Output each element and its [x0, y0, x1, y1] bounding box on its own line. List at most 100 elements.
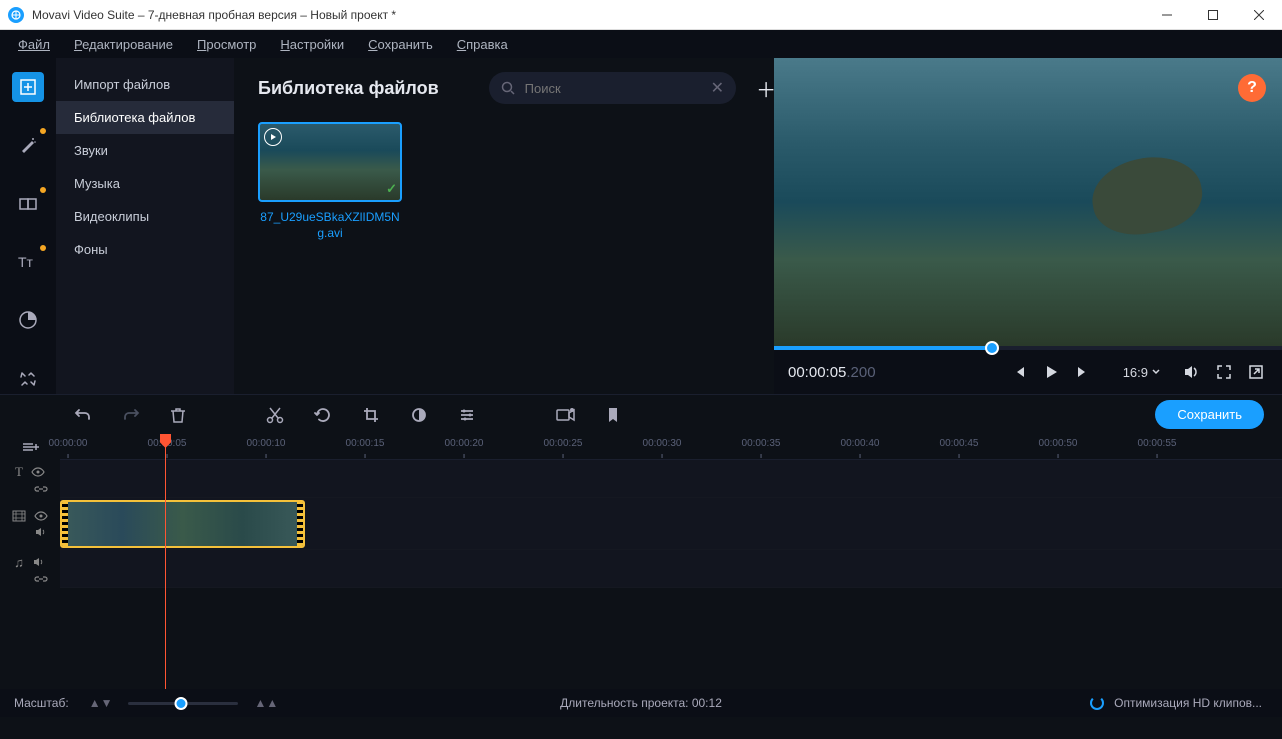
- play-button[interactable]: [1039, 360, 1063, 384]
- svg-text:Tт: Tт: [18, 254, 34, 270]
- zoom-knob[interactable]: [175, 697, 188, 710]
- clip-properties-button[interactable]: [454, 402, 480, 428]
- playhead[interactable]: [165, 434, 166, 689]
- loading-spinner-icon: [1090, 696, 1104, 710]
- record-button[interactable]: [552, 403, 580, 427]
- tool-import[interactable]: [12, 72, 44, 102]
- tool-effects[interactable]: [12, 130, 44, 160]
- ruler-tick: 00:00:40: [841, 438, 880, 449]
- sidebar-item-music[interactable]: Музыка: [56, 167, 234, 200]
- link-icon[interactable]: [34, 484, 48, 494]
- timeline-tracks[interactable]: 00:00:0000:00:0500:00:1000:00:1500:00:20…: [60, 434, 1282, 689]
- audio-track-icon: ♫: [14, 555, 24, 570]
- redo-button[interactable]: [118, 402, 144, 428]
- app-logo-icon: [8, 7, 24, 23]
- sidebar-item-import[interactable]: Импорт файлов: [56, 68, 234, 101]
- zoom-out-button[interactable]: ▲▼: [85, 696, 117, 710]
- seek-knob[interactable]: [985, 341, 999, 355]
- marker-button[interactable]: [602, 402, 624, 428]
- library-panel: Библиотека файлов ✕ ＋ ✓ 87_U29ueSBkaXZlI…: [234, 58, 774, 394]
- play-overlay-icon: [264, 128, 282, 146]
- ruler-tick: 00:00:45: [940, 438, 979, 449]
- tool-rail: Tт: [0, 58, 56, 394]
- timeline: T ♫ 00:00:0000:00:0500:00:1000:00:1500:0…: [0, 434, 1282, 689]
- ruler-tick: 00:00:15: [346, 438, 385, 449]
- delete-button[interactable]: [166, 402, 190, 428]
- sidebar: Импорт файлов Библиотека файлов Звуки Му…: [56, 58, 234, 394]
- tool-titles[interactable]: Tт: [12, 247, 44, 277]
- title-track-controls: T: [0, 460, 60, 498]
- help-button[interactable]: ?: [1238, 74, 1266, 102]
- zoom-label: Масштаб:: [14, 696, 69, 710]
- status-bar: Масштаб: ▲▼ ▲▲ Длительность проекта: 00:…: [0, 689, 1282, 717]
- prev-frame-button[interactable]: [1007, 360, 1031, 384]
- aspect-ratio-dropdown[interactable]: 16:9: [1123, 365, 1160, 380]
- ruler-tick: 00:00:50: [1039, 438, 1078, 449]
- color-adjust-button[interactable]: [406, 402, 432, 428]
- search-input[interactable]: [525, 81, 701, 96]
- zoom-slider[interactable]: [128, 702, 238, 705]
- clear-search-icon[interactable]: ✕: [711, 78, 724, 98]
- zoom-in-button[interactable]: ▲▲: [250, 696, 282, 710]
- menu-settings[interactable]: Настройки: [270, 33, 354, 56]
- sidebar-item-sounds[interactable]: Звуки: [56, 134, 234, 167]
- title-track[interactable]: [60, 460, 1282, 498]
- ruler-tick: 00:00:00: [49, 438, 88, 449]
- timeline-toolbar: Сохранить: [0, 394, 1282, 434]
- preview-panel: ? 00:00:05.200 16:9: [774, 58, 1282, 394]
- mute-icon[interactable]: [32, 556, 46, 568]
- video-clip[interactable]: [60, 500, 305, 548]
- ruler-tick: 00:00:10: [247, 438, 286, 449]
- fullscreen-button[interactable]: [1212, 360, 1236, 384]
- ruler-tick: 00:00:20: [445, 438, 484, 449]
- video-track-controls: [0, 498, 60, 550]
- mute-icon[interactable]: [34, 526, 48, 538]
- preview-time: 00:00:05.200: [788, 363, 876, 381]
- title-bar: Movavi Video Suite – 7-дневная пробная в…: [0, 0, 1282, 30]
- ruler-tick: 00:00:25: [544, 438, 583, 449]
- minimize-button[interactable]: [1144, 0, 1190, 30]
- video-track[interactable]: [60, 498, 1282, 550]
- ruler-tick: 00:00:35: [742, 438, 781, 449]
- thumb-preview[interactable]: ✓: [258, 122, 402, 202]
- audio-track-controls: ♫: [0, 550, 60, 588]
- timeline-ruler[interactable]: 00:00:0000:00:0500:00:1000:00:1500:00:20…: [60, 434, 1282, 460]
- project-duration: Длительность проекта: 00:12: [560, 696, 722, 710]
- menu-save[interactable]: Сохранить: [358, 33, 443, 56]
- title-track-icon: T: [15, 464, 23, 480]
- ruler-tick: 00:00:55: [1138, 438, 1177, 449]
- save-button[interactable]: Сохранить: [1155, 400, 1264, 429]
- thumb-filename: 87_U29ueSBkaXZlIDM5Ng.avi: [258, 210, 402, 241]
- sidebar-item-backgrounds[interactable]: Фоны: [56, 233, 234, 266]
- audio-track[interactable]: [60, 550, 1282, 588]
- menu-view[interactable]: Просмотр: [187, 33, 266, 56]
- undo-button[interactable]: [70, 402, 96, 428]
- used-check-icon: ✓: [386, 181, 397, 197]
- search-box[interactable]: ✕: [489, 72, 736, 104]
- library-title: Библиотека файлов: [258, 78, 439, 99]
- tool-more[interactable]: [12, 364, 44, 394]
- visibility-icon[interactable]: [31, 467, 45, 477]
- next-frame-button[interactable]: [1071, 360, 1095, 384]
- tool-transitions[interactable]: [12, 189, 44, 219]
- close-button[interactable]: [1236, 0, 1282, 30]
- rotate-button[interactable]: [310, 402, 336, 428]
- split-button[interactable]: [262, 402, 288, 428]
- link-icon[interactable]: [34, 574, 48, 584]
- sidebar-item-library[interactable]: Библиотека файлов: [56, 101, 234, 134]
- tool-stickers[interactable]: [12, 305, 44, 335]
- menu-help[interactable]: Справка: [447, 33, 518, 56]
- popout-button[interactable]: [1244, 360, 1268, 384]
- crop-button[interactable]: [358, 402, 384, 428]
- menu-edit[interactable]: Редактирование: [64, 33, 183, 56]
- maximize-button[interactable]: [1190, 0, 1236, 30]
- visibility-icon[interactable]: [34, 511, 48, 521]
- seek-bar[interactable]: [774, 346, 1282, 350]
- preview-video[interactable]: [774, 58, 1282, 346]
- media-thumb[interactable]: ✓ 87_U29ueSBkaXZlIDM5Ng.avi: [258, 122, 402, 241]
- sidebar-item-videoclips[interactable]: Видеоклипы: [56, 200, 234, 233]
- menu-file[interactable]: Файл: [8, 33, 60, 56]
- volume-button[interactable]: [1178, 359, 1204, 385]
- menu-bar: Файл Редактирование Просмотр Настройки С…: [0, 30, 1282, 58]
- search-icon: [501, 81, 515, 95]
